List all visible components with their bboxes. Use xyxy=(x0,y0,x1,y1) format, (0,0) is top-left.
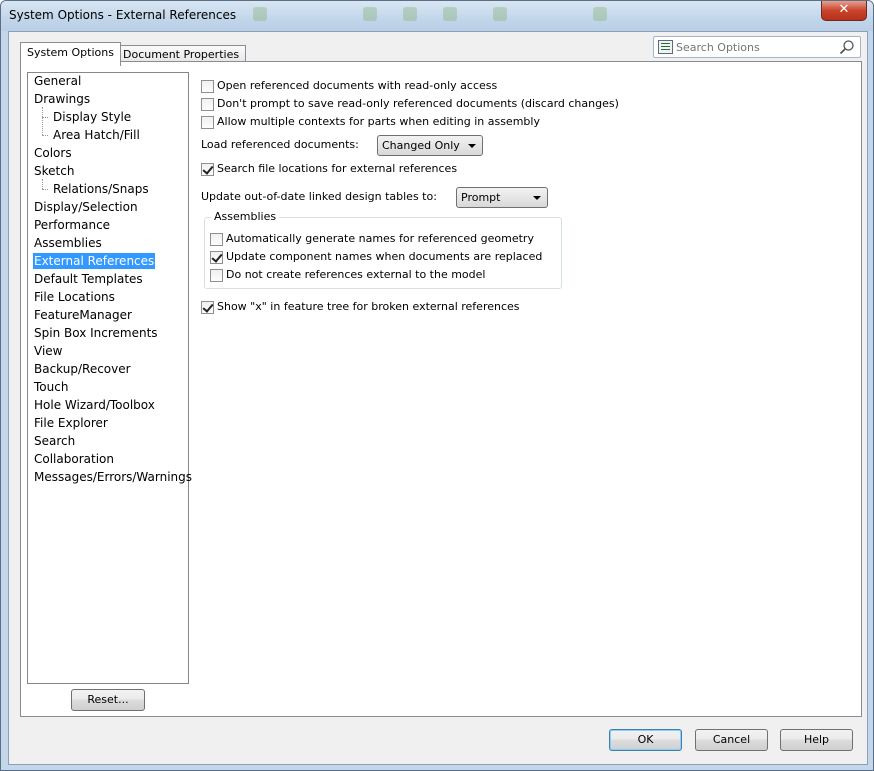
search-options-box[interactable] xyxy=(653,36,861,58)
tree-item-area-hatch-fill[interactable]: Area Hatch/Fill xyxy=(52,127,141,143)
cancel-button[interactable]: Cancel xyxy=(695,729,768,751)
tab-system-options-label: System Options xyxy=(27,46,114,59)
option-no-external-refs-label: Do not create references external to the… xyxy=(226,268,486,281)
options-tree[interactable]: General Drawings Display Style Area Hatc… xyxy=(27,72,192,684)
option-auto-generate-names-label: Automatically generate names for referen… xyxy=(226,232,534,245)
tree-item-colors[interactable]: Colors xyxy=(33,145,73,161)
checkbox-auto-generate-names[interactable] xyxy=(210,233,223,246)
option-show-x-broken-label: Show "x" in feature tree for broken exte… xyxy=(217,300,520,313)
tree-item-drawings[interactable]: Drawings xyxy=(33,91,91,107)
dialog-client: System Options Document Properties Gen xyxy=(8,31,868,765)
tree-item-file-explorer[interactable]: File Explorer xyxy=(33,415,109,431)
tree-item-performance[interactable]: Performance xyxy=(33,217,111,233)
assemblies-group: Assemblies Automatically generate names … xyxy=(204,210,562,289)
dialog-window: System Options - External References ✕ S… xyxy=(0,0,874,771)
assemblies-group-title: Assemblies xyxy=(211,210,280,223)
tree-item-messages-errors-warnings[interactable]: Messages/Errors/Warnings xyxy=(33,469,193,485)
system-options-panel: General Drawings Display Style Area Hatc… xyxy=(20,61,862,717)
chevron-down-icon xyxy=(533,196,541,200)
tree-item-view[interactable]: View xyxy=(33,343,63,359)
ok-button[interactable]: OK xyxy=(609,729,682,751)
option-allow-multiple-contexts-label: Allow multiple contexts for parts when e… xyxy=(217,115,540,128)
tree-item-sketch[interactable]: Sketch xyxy=(33,163,75,179)
title-bar[interactable]: System Options - External References ✕ xyxy=(1,1,873,31)
tree-item-default-templates[interactable]: Default Templates xyxy=(33,271,144,287)
background-toolbar-ghost xyxy=(241,3,607,27)
tree-item-general[interactable]: General xyxy=(33,73,82,89)
option-search-file-locations-label: Search file locations for external refer… xyxy=(217,162,458,175)
tree-item-search[interactable]: Search xyxy=(33,433,76,449)
close-button[interactable]: ✕ xyxy=(821,1,867,21)
tree-item-touch[interactable]: Touch xyxy=(33,379,69,395)
tree-item-featuremanager[interactable]: FeatureManager xyxy=(33,307,133,323)
reset-button[interactable]: Reset... xyxy=(71,689,145,711)
tree-item-hole-wizard-toolbox[interactable]: Hole Wizard/Toolbox xyxy=(33,397,156,413)
tree-item-collaboration[interactable]: Collaboration xyxy=(33,451,115,467)
tree-item-file-locations[interactable]: File Locations xyxy=(33,289,116,305)
checkbox-open-readonly[interactable] xyxy=(201,80,214,93)
checkbox-no-external-refs[interactable] xyxy=(210,269,223,282)
option-open-readonly-label: Open referenced documents with read-only… xyxy=(217,79,498,92)
close-icon: ✕ xyxy=(838,2,850,17)
tab-document-properties-label: Document Properties xyxy=(123,48,240,61)
checkbox-update-component-names[interactable] xyxy=(210,251,223,264)
checkbox-allow-multiple-contexts[interactable] xyxy=(201,116,214,129)
update-tables-value: Prompt xyxy=(461,191,501,204)
load-referenced-label: Load referenced documents: xyxy=(201,138,359,151)
load-referenced-value: Changed Only xyxy=(382,139,460,152)
tree-item-spin-box-increments[interactable]: Spin Box Increments xyxy=(33,325,159,341)
tree-guide-drawings xyxy=(42,107,43,135)
tab-system-options[interactable]: System Options xyxy=(20,42,121,66)
tree-guide-sketch xyxy=(42,179,43,189)
update-tables-label: Update out-of-date linked design tables … xyxy=(201,190,437,203)
option-update-component-names-label: Update component names when documents ar… xyxy=(226,250,543,263)
checkbox-show-x-broken[interactable] xyxy=(201,301,214,314)
update-tables-select[interactable]: Prompt xyxy=(456,187,548,208)
window-title: System Options - External References xyxy=(9,8,237,22)
chevron-down-icon xyxy=(468,144,476,148)
checkbox-search-file-locations[interactable] xyxy=(201,163,214,176)
search-icon[interactable] xyxy=(839,39,855,55)
search-input[interactable] xyxy=(676,39,836,55)
tree-item-assemblies[interactable]: Assemblies xyxy=(33,235,103,251)
tree-item-display-selection[interactable]: Display/Selection xyxy=(33,199,139,215)
tree-guide-h xyxy=(42,135,48,136)
checkbox-dont-prompt-save[interactable] xyxy=(201,98,214,111)
tree-guide-h xyxy=(42,117,48,118)
help-button[interactable]: Help xyxy=(780,729,853,751)
options-list-icon xyxy=(658,40,673,54)
tree-item-external-references[interactable]: External References xyxy=(33,253,156,269)
option-dont-prompt-save-label: Don't prompt to save read-only reference… xyxy=(217,97,619,110)
load-referenced-select[interactable]: Changed Only xyxy=(377,135,483,156)
tree-item-backup-recover[interactable]: Backup/Recover xyxy=(33,361,132,377)
tree-item-display-style[interactable]: Display Style xyxy=(52,109,132,125)
tree-guide-h xyxy=(42,189,48,190)
tree-item-relations-snaps[interactable]: Relations/Snaps xyxy=(52,181,150,197)
